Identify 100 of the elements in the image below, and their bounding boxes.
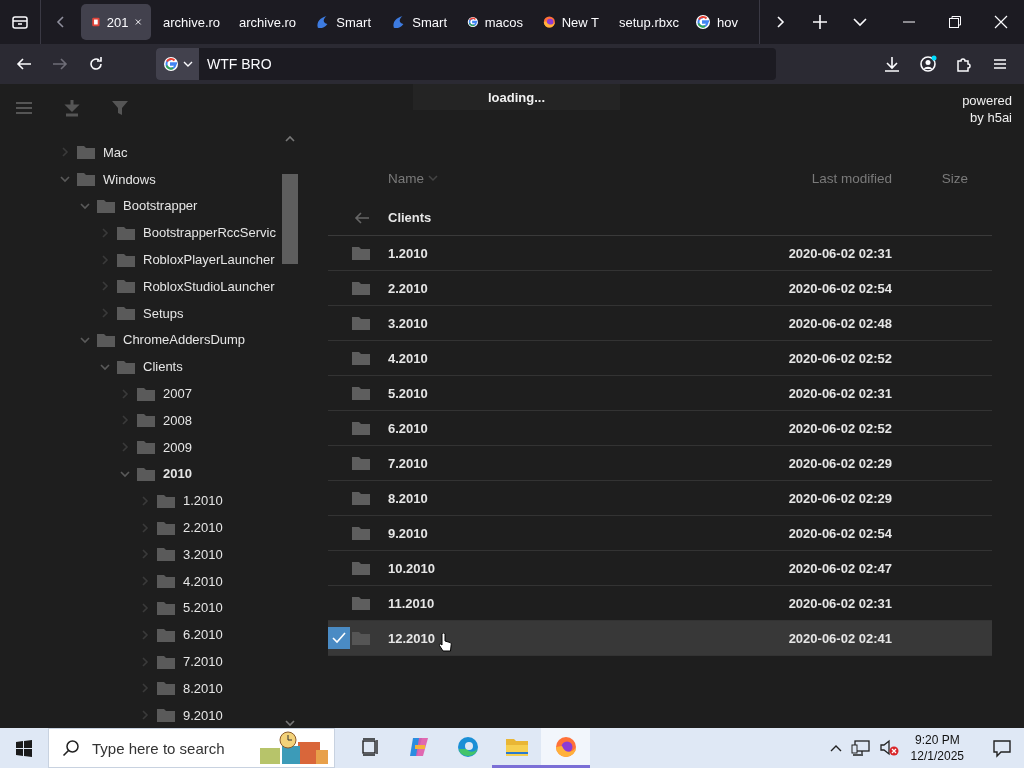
file-row[interactable]: 4.2010 2020-06-02 02:52 — [328, 341, 992, 376]
tree-item[interactable]: ChromeAddersDump — [123, 332, 246, 348]
tree-item[interactable]: 4.2010 — [183, 573, 223, 589]
close-icon[interactable] — [994, 15, 1008, 29]
tree-item[interactable]: 5.2010 — [183, 600, 223, 616]
modified-date: 2020-06-02 02:52 — [787, 420, 892, 436]
extensions-icon[interactable] — [955, 55, 973, 73]
browser-tab[interactable]: archive.ro — [227, 4, 303, 40]
folder-icon — [97, 199, 115, 213]
file-row[interactable]: 12.2010 2020-06-02 02:41 — [328, 621, 992, 656]
scroll-up-icon[interactable] — [284, 134, 296, 144]
tree-item[interactable]: Setups — [143, 305, 184, 321]
browser-tab[interactable]: macos — [455, 4, 531, 40]
tree-item[interactable]: Mac — [103, 144, 128, 160]
file-row[interactable]: 9.2010 2020-06-02 02:54 — [328, 516, 992, 551]
tree-item[interactable]: 2009 — [163, 439, 192, 455]
clock[interactable]: 9:20 PM 12/1/2025 — [910, 732, 964, 764]
tab-list-icon[interactable] — [11, 13, 29, 31]
browser-tab[interactable]: New T — [531, 4, 607, 40]
chevron-right-icon[interactable] — [99, 226, 111, 239]
browser-tab[interactable]: Smart — [303, 4, 379, 40]
tree-item[interactable]: RobloxStudioLauncher — [143, 278, 275, 294]
chevron-right-icon[interactable] — [59, 146, 71, 159]
parent-folder-link[interactable]: Clients — [388, 210, 432, 225]
firefox-icon[interactable] — [553, 734, 578, 759]
browser-tab[interactable]: archive.ro — [151, 4, 227, 40]
folder-icon — [352, 351, 370, 365]
chevron-right-icon[interactable] — [139, 601, 151, 614]
scrollbar-thumb[interactable] — [282, 174, 298, 264]
file-row[interactable]: 8.2010 2020-06-02 02:29 — [328, 481, 992, 516]
file-name: 2.2010 — [388, 280, 428, 296]
chevron-right-icon[interactable] — [139, 655, 151, 668]
chevron-right-icon[interactable] — [119, 387, 131, 400]
chevron-right-icon[interactable] — [139, 548, 151, 561]
chevron-right-icon[interactable] — [139, 682, 151, 695]
file-row[interactable]: 2.2010 2020-06-02 02:54 — [328, 271, 992, 306]
chevron-right-icon[interactable] — [139, 521, 151, 534]
chevron-right-icon[interactable] — [139, 494, 151, 507]
column-header[interactable]: Name — [388, 170, 424, 186]
tree-item[interactable]: Clients — [143, 359, 183, 375]
checkbox[interactable] — [328, 627, 350, 649]
tree-item[interactable]: 2010 — [163, 466, 192, 482]
file-row[interactable]: 3.2010 2020-06-02 02:48 — [328, 306, 992, 341]
account-icon[interactable] — [919, 55, 937, 73]
windows-logo-icon[interactable] — [15, 739, 33, 757]
file-name: 3.2010 — [388, 315, 428, 331]
column-header[interactable]: Size — [892, 170, 992, 186]
volume-muted-icon[interactable] — [878, 739, 899, 757]
browser-tab[interactable]: setup.rbxc — [607, 4, 683, 40]
download-icon[interactable] — [883, 55, 901, 73]
chevron-right-icon[interactable] — [119, 414, 131, 427]
chevron-right-icon[interactable] — [139, 628, 151, 641]
address-field[interactable]: WTF BRO — [156, 48, 776, 80]
folder-icon — [352, 386, 370, 400]
folder-icon — [352, 316, 370, 330]
notifications-icon[interactable] — [992, 738, 1012, 758]
filter-icon[interactable] — [110, 98, 130, 118]
file-row[interactable]: 5.2010 2020-06-02 02:31 — [328, 376, 992, 411]
tree-item[interactable]: Windows — [103, 171, 156, 187]
tree-item[interactable]: 8.2010 — [183, 680, 223, 696]
tree-item[interactable]: 6.2010 — [183, 627, 223, 643]
chevron-right-icon[interactable] — [99, 307, 111, 320]
reload-icon[interactable] — [87, 55, 105, 73]
browser-tab[interactable]: hov — [683, 4, 759, 40]
back-arrow-icon[interactable] — [354, 210, 370, 225]
caret-icon — [183, 59, 193, 69]
file-row[interactable]: 1.2010 2020-06-02 02:31 — [328, 236, 992, 271]
chevron-right-icon[interactable] — [119, 441, 131, 454]
browser-tab[interactable]: Smart — [379, 4, 455, 40]
tree-item[interactable]: RobloxPlayerLauncher — [143, 252, 275, 268]
tree-item[interactable]: 9.2010 — [183, 707, 223, 723]
new-tab-icon[interactable] — [811, 13, 829, 31]
file-row[interactable]: 7.2010 2020-06-02 02:29 — [328, 446, 992, 481]
search-engine-button[interactable] — [156, 48, 199, 80]
tree-item[interactable]: 2007 — [163, 386, 192, 402]
chevron-right-icon[interactable] — [139, 709, 151, 722]
tree-item[interactable]: 1.2010 — [183, 493, 223, 509]
chevron-right-icon[interactable] — [139, 575, 151, 588]
browser-tab[interactable]: 201 — [81, 4, 151, 40]
tree-item[interactable]: BootstrapperRccServic — [143, 225, 276, 241]
maximize-icon[interactable] — [948, 15, 962, 29]
google-icon — [467, 14, 479, 30]
tree-item[interactable]: 7.2010 — [183, 654, 223, 670]
file-row[interactable]: 10.2010 2020-06-02 02:47 — [328, 551, 992, 586]
shopping-bags-icon — [258, 730, 330, 766]
network-icon[interactable] — [850, 739, 871, 757]
folder-icon — [77, 145, 95, 160]
tree-item[interactable]: 2.2010 — [183, 520, 223, 536]
chevron-right-icon[interactable] — [99, 280, 111, 293]
edge-icon[interactable] — [455, 734, 480, 759]
tree-item[interactable]: Bootstrapper — [123, 198, 198, 214]
task-view-icon[interactable] — [359, 736, 380, 757]
folder-icon — [117, 359, 135, 374]
search-field[interactable]: Type here to search — [48, 728, 335, 768]
column-header[interactable]: Last modified — [772, 170, 892, 186]
tree-item[interactable]: 3.2010 — [183, 546, 223, 562]
scroll-down-icon[interactable] — [284, 718, 296, 728]
tree-item[interactable]: 2008 — [163, 412, 192, 428]
chevron-right-icon[interactable] — [99, 253, 111, 266]
file-row[interactable]: 6.2010 2020-06-02 02:52 — [328, 411, 992, 446]
